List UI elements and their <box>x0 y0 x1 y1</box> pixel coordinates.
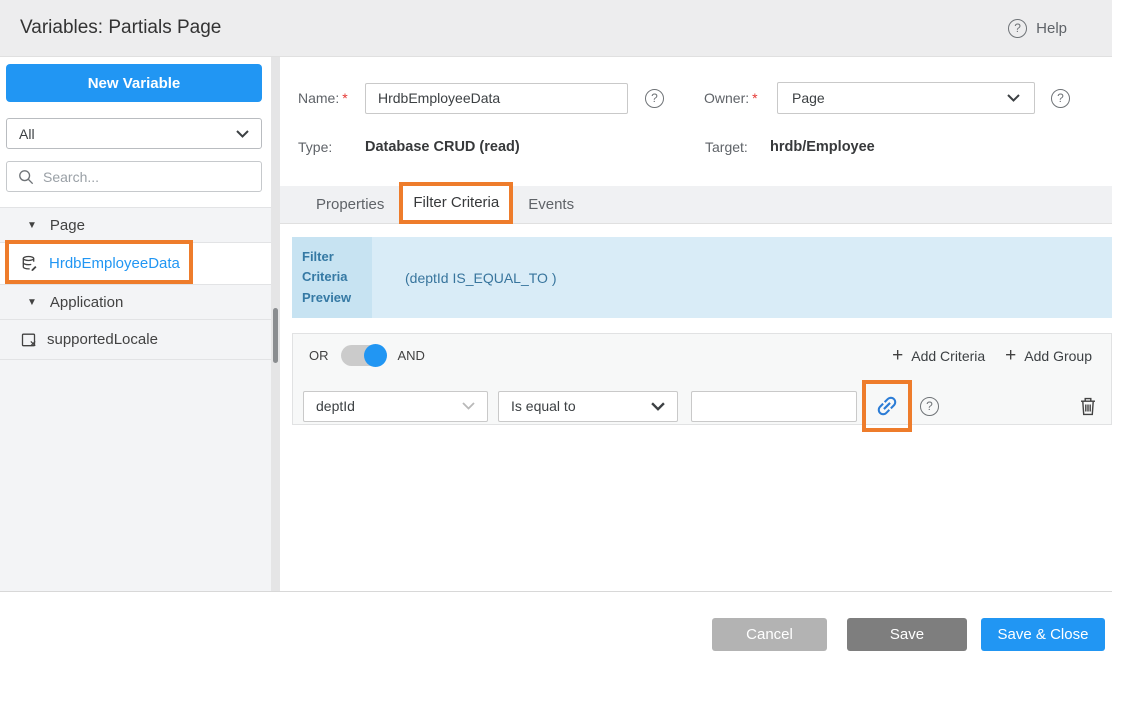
name-owner-row: Name:* ? Owner:* Page ? <box>298 82 1112 114</box>
filter-criteria-preview-expression: (deptId IS_EQUAL_TO ) <box>372 237 1112 318</box>
tree-group-application[interactable]: ▼ Application <box>0 285 271 320</box>
page-title: Variables: Partials Page <box>20 17 221 39</box>
target-value: hrdb/Employee <box>770 139 875 155</box>
field-select[interactable]: deptId <box>303 391 488 422</box>
condition-select-value: Is equal to <box>511 398 576 414</box>
target-label: Target: <box>705 139 770 155</box>
criteria-toolbar: OR AND + Add Criteria + Add Group <box>309 345 1092 366</box>
dialog-header: Variables: Partials Page ? Help <box>0 0 1112 57</box>
sidebar-scrollbar[interactable] <box>271 57 280 591</box>
type-label: Type: <box>298 139 365 155</box>
add-group-button[interactable]: + Add Group <box>1005 346 1092 365</box>
link-icon <box>874 393 900 419</box>
search-icon <box>18 169 34 185</box>
tab-filter-criteria[interactable]: Filter Criteria <box>399 182 513 224</box>
variables-sidebar: New Variable All ▼ Page <box>0 57 271 591</box>
database-icon <box>21 255 39 273</box>
type-target-row: Type: Database CRUD (read) Target: hrdb/… <box>298 139 1112 155</box>
help-label: Help <box>1036 20 1067 37</box>
bind-link-button[interactable] <box>874 393 900 419</box>
search-input[interactable] <box>43 169 250 185</box>
chevron-down-icon <box>236 130 249 138</box>
caret-down-icon: ▼ <box>27 220 37 231</box>
variable-detail-panel: Name:* ? Owner:* Page ? Type: Database C… <box>280 57 1112 591</box>
owner-label: Owner:* <box>704 90 777 106</box>
tree-item-supportedlocale[interactable]: supportedLocale <box>0 320 271 360</box>
save-and-close-button[interactable]: Save & Close <box>981 618 1105 651</box>
save-button[interactable]: Save <box>847 618 967 651</box>
criteria-actions: + Add Criteria + Add Group <box>892 346 1092 365</box>
add-criteria-label: Add Criteria <box>911 348 985 364</box>
owner-select-value: Page <box>792 90 825 106</box>
required-marker: * <box>342 90 347 106</box>
help-button[interactable]: ? Help <box>1008 19 1067 38</box>
field-select-value: deptId <box>316 398 355 414</box>
caret-down-icon: ▼ <box>27 297 37 308</box>
owner-help-icon[interactable]: ? <box>1051 89 1070 108</box>
tab-properties[interactable]: Properties <box>301 186 399 224</box>
tree-group-label: Application <box>50 294 123 311</box>
help-icon: ? <box>1008 19 1027 38</box>
name-label: Name:* <box>298 90 365 106</box>
tab-events[interactable]: Events <box>513 186 589 224</box>
tree-item-label: HrdbEmployeeData <box>49 255 180 272</box>
or-and-toggle[interactable] <box>341 345 386 366</box>
tab-bar: Properties Filter Criteria Events <box>280 186 1112 224</box>
add-criteria-button[interactable]: + Add Criteria <box>892 346 985 365</box>
type-value: Database CRUD (read) <box>365 139 705 155</box>
tree-item-hrdbemployeedata[interactable]: HrdbEmployeeData <box>0 243 271 285</box>
plus-icon: + <box>1005 346 1016 365</box>
name-input[interactable] <box>365 83 628 114</box>
owner-select[interactable]: Page <box>777 82 1035 114</box>
name-help-icon[interactable]: ? <box>645 89 664 108</box>
sidebar-controls: New Variable All <box>0 57 271 207</box>
sidebar-scrollbar-thumb[interactable] <box>273 308 278 363</box>
criteria-panel: OR AND + Add Criteria + Add Group <box>292 333 1112 425</box>
tree-item-label: supportedLocale <box>47 331 158 348</box>
filter-criteria-preview-label: Filter Criteria Preview <box>292 237 372 318</box>
chevron-down-icon <box>651 402 665 411</box>
highlight-box-bind-link <box>862 380 912 432</box>
trash-icon <box>1080 397 1096 416</box>
or-label: OR <box>309 348 329 363</box>
cancel-button[interactable]: Cancel <box>712 618 827 651</box>
chevron-down-icon <box>462 402 475 410</box>
variables-tree: ▼ Page HrdbEmployeeData <box>0 207 271 591</box>
dialog-footer: Cancel Save Save & Close <box>0 592 1112 651</box>
tree-group-label: Page <box>50 217 85 234</box>
variable-type-filter-select[interactable]: All <box>6 118 262 149</box>
delete-criteria-button[interactable] <box>1080 397 1096 416</box>
variable-search <box>6 161 262 192</box>
new-variable-button[interactable]: New Variable <box>6 64 262 102</box>
toggle-knob <box>364 344 387 367</box>
add-group-label: Add Group <box>1024 348 1092 364</box>
filter-criteria-preview: Filter Criteria Preview (deptId IS_EQUAL… <box>292 237 1112 318</box>
value-input[interactable] <box>691 391 857 422</box>
value-help-icon[interactable]: ? <box>920 397 939 416</box>
variables-dialog: Variables: Partials Page ? Help New Vari… <box>0 0 1112 592</box>
dialog-body: New Variable All ▼ Page <box>0 57 1112 592</box>
variable-type-filter-value: All <box>19 126 35 142</box>
condition-select[interactable]: Is equal to <box>498 391 678 422</box>
tree-group-page[interactable]: ▼ Page <box>0 208 271 243</box>
criteria-row: deptId Is equal to <box>303 380 1096 432</box>
plus-icon: + <box>892 346 903 365</box>
required-marker: * <box>752 90 757 106</box>
chevron-down-icon <box>1007 94 1020 102</box>
variable-icon <box>21 332 37 348</box>
and-label: AND <box>398 348 425 363</box>
